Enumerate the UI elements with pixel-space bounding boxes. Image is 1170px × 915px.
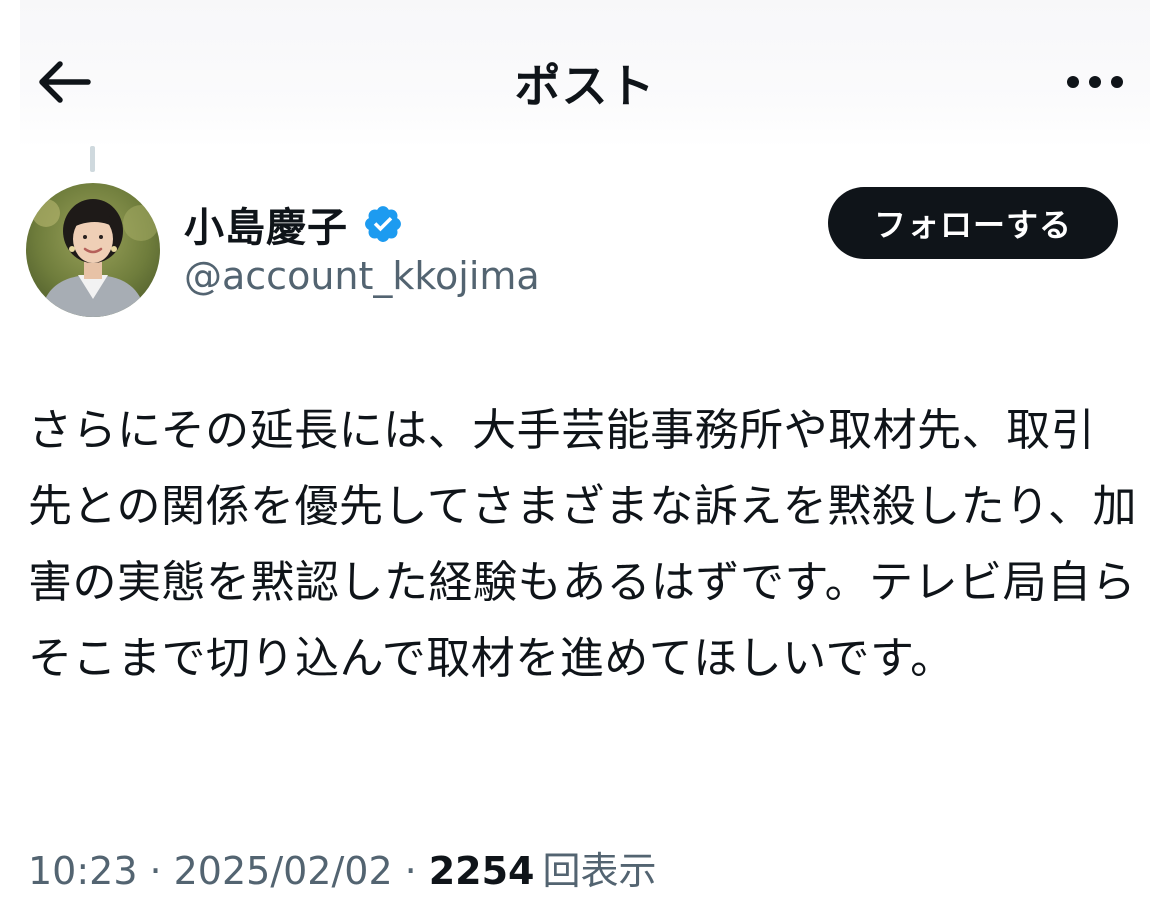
follow-button[interactable]: フォローする bbox=[828, 187, 1118, 259]
author-name-row[interactable]: 小島慶子 bbox=[184, 196, 404, 252]
more-horizontal-icon bbox=[1067, 76, 1123, 88]
post-time[interactable]: 10:23 bbox=[28, 849, 138, 893]
top-bar: ポスト bbox=[20, 0, 1150, 148]
author-handle[interactable]: @account_kkojima bbox=[184, 254, 540, 298]
display-name[interactable]: 小島慶子 bbox=[184, 195, 348, 253]
post-detail-screen: ポスト 小島慶子 @account_kkojima フォローする さらにその延長… bbox=[0, 0, 1170, 915]
views-count[interactable]: 2254 bbox=[429, 849, 535, 893]
meta-separator: · bbox=[149, 849, 162, 893]
views-label: 回表示 bbox=[542, 849, 657, 893]
post-text: さらにその延長には、大手芸能事務所や取材先、取引先との関係を優先してさまざまな訴… bbox=[28, 405, 1137, 684]
more-options-button[interactable] bbox=[1060, 54, 1130, 110]
thread-connector-line bbox=[90, 146, 95, 172]
avatar[interactable] bbox=[26, 183, 160, 317]
verified-badge-icon bbox=[365, 206, 401, 242]
avatar-image bbox=[26, 183, 160, 317]
post-date[interactable]: 2025/02/02 bbox=[174, 849, 393, 893]
post-meta: 10:23 · 2025/02/02 · 2254 回表示 bbox=[28, 840, 657, 895]
meta-separator: · bbox=[404, 849, 417, 893]
page-title: ポスト bbox=[514, 59, 656, 113]
